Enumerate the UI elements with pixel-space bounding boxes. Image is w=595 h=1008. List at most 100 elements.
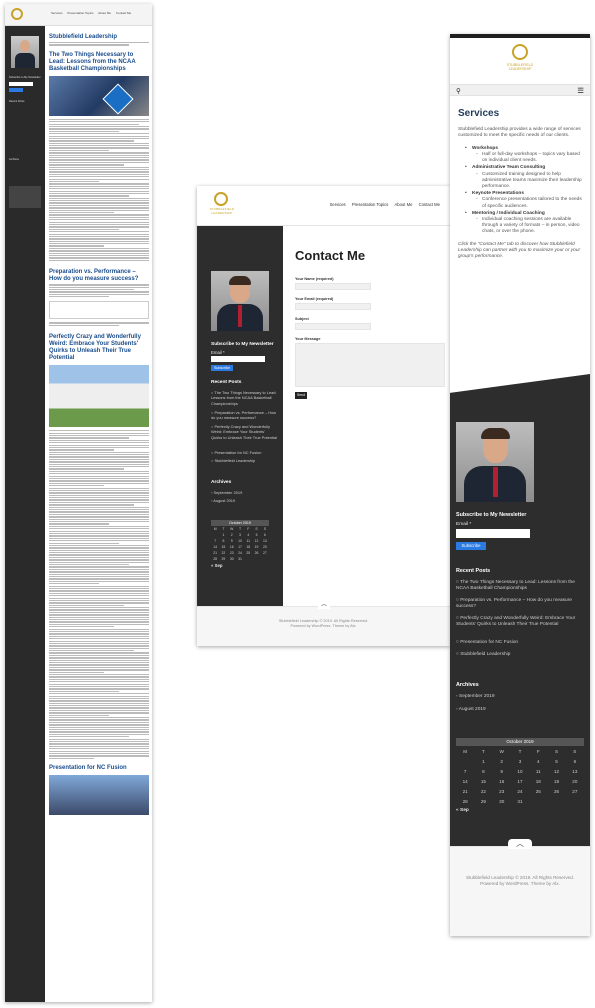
newsletter-heading: Subscribe to My Newsletter — [9, 76, 41, 79]
logo-text-line1: STUBBLEFIELD — [506, 63, 534, 67]
nav-about-me[interactable]: About Me — [98, 11, 111, 15]
nav-about-me[interactable]: About Me — [394, 202, 412, 207]
calendar-day-header: S — [573, 748, 577, 754]
calendar-day — [252, 556, 260, 562]
nav-services[interactable]: Services — [330, 202, 346, 207]
post-title[interactable]: The Two Things Necessary to Lead: Lesson… — [49, 52, 149, 73]
sidebar: Subscribe to My Newsletter Email * Subsc… — [450, 374, 590, 846]
newsletter-email-input[interactable] — [456, 529, 530, 538]
calendar-day: 6 — [573, 758, 577, 764]
post-body — [49, 430, 149, 759]
archive-link[interactable]: ▫ August 2019 — [456, 707, 582, 713]
page-title: Contact Me — [295, 248, 366, 263]
nav-contact-me[interactable]: Contact Me — [116, 11, 131, 15]
recent-post-link[interactable]: ○ Perfectly Crazy and Wonderfully Weird:… — [211, 424, 277, 440]
recent-post-label: The Two Things Necessary to Lead: Lesson… — [456, 580, 575, 592]
services-content: Services Stubblefield Leadership provide… — [450, 96, 590, 261]
post-title[interactable]: Presentation for NC Fusion — [49, 765, 149, 772]
services-list: Workshops Half or full-day workshops – t… — [458, 146, 582, 236]
recent-post-label: Presentation for NC Fusion — [214, 450, 262, 455]
message-textarea[interactable] — [295, 343, 445, 387]
calendar-day: 26 — [553, 788, 560, 794]
calendar-day: 9 — [500, 768, 503, 774]
post-image-basketball — [49, 75, 149, 116]
newsletter-heading: Subscribe to My Newsletter — [456, 512, 527, 518]
service-detail: Customized training designed to help adm… — [468, 172, 582, 191]
calendar-day: 28 — [462, 798, 468, 804]
post-title[interactable]: Preparation vs. Performance – How do you… — [49, 269, 149, 283]
calendar-day: 17 — [517, 778, 523, 784]
recent-post-link[interactable]: ○ Perfectly Crazy and Wonderfully Weird:… — [456, 616, 582, 628]
email-input[interactable] — [295, 303, 371, 310]
archive-link[interactable]: ▫ September 2019 — [456, 694, 582, 700]
calendar-day: 2 — [500, 758, 503, 764]
calendar-day-header: W — [499, 748, 504, 754]
post-title[interactable]: Perfectly Crazy and Wonderfully Weird: E… — [49, 334, 149, 362]
calendar-day: 1 — [482, 758, 485, 764]
subscribe-button[interactable]: Subscribe — [456, 542, 486, 550]
site-logo[interactable]: STUBBLEFIELD LEADERSHIP — [209, 192, 234, 222]
send-button[interactable]: Send — [295, 392, 307, 399]
subscribe-button[interactable] — [9, 88, 23, 92]
newsletter-email-input[interactable] — [9, 82, 33, 86]
chevron-up-icon[interactable]: ︿ — [508, 839, 532, 849]
calendar-day: 29 — [221, 557, 226, 561]
calendar-day: 22 — [480, 788, 486, 794]
nav-presentation-topics[interactable]: Presentation Topics — [352, 202, 388, 207]
recent-post-label: Perfectly Crazy and Wonderfully Weird: E… — [456, 616, 576, 628]
recent-post-link[interactable]: ○ Presentation for NC Fusion — [211, 450, 277, 455]
name-input[interactable] — [295, 283, 371, 290]
archive-link[interactable]: ▫ September 2019 — [211, 490, 277, 495]
archive-label: August 2019 — [458, 707, 486, 712]
post-image-building — [49, 365, 149, 428]
email-label: Email * — [211, 350, 225, 355]
chevron-up-icon[interactable]: ︿ — [318, 601, 330, 609]
calendar-prev-link[interactable]: « Sep — [456, 808, 584, 813]
calendar-table: M T W T F S S 123456 7 8 9 10 11 12 13 14 15 16 1… — [456, 746, 584, 806]
calendar-day: 24 — [517, 788, 523, 794]
nav-presentation-topics[interactable]: Presentation Topics — [67, 11, 93, 15]
calendar-day: 29 — [480, 798, 486, 804]
search-icon[interactable]: ⚲ — [456, 87, 461, 95]
calendar-day: 19 — [553, 778, 560, 784]
calendar-day — [244, 556, 252, 562]
nav-contact-me[interactable]: Contact Me — [419, 202, 440, 207]
calendar-day: 16 — [499, 778, 505, 784]
calendar-day-header: T — [518, 748, 522, 754]
main-nav: Services Presentation Topics About Me Co… — [325, 202, 440, 207]
nav-services[interactable]: Services — [51, 11, 63, 15]
recent-post-link[interactable]: ○ The Two Things Necessary to Lead: Less… — [211, 390, 277, 406]
subscribe-button[interactable]: Subscribe — [211, 365, 233, 371]
embedded-post-card[interactable] — [49, 301, 149, 320]
recent-post-link[interactable]: ○ The Two Things Necessary to Lead: Less… — [456, 580, 582, 592]
calendar-day: 4 — [536, 758, 540, 764]
menu-icon[interactable]: ☰ — [577, 86, 584, 95]
recent-post-link[interactable]: ○ Preparation vs. Performance – How do y… — [211, 410, 277, 421]
recent-post-link[interactable]: ○ Stubblefield Leadership — [211, 458, 277, 463]
recent-post-label: Preparation vs. Performance – How do you… — [211, 410, 277, 421]
services-intro: Stubblefield Leadership provides a wide … — [458, 127, 581, 139]
calendar-day-header: M — [463, 748, 468, 754]
calendar-day: 30 — [229, 557, 234, 561]
service-detail: Individual coaching sessions are availab… — [468, 217, 582, 236]
subject-input[interactable] — [295, 323, 371, 330]
services-mobile-screenshot: STUBBLEFIELD LEADERSHIP ⚲ ☰ Services Stub… — [450, 34, 590, 936]
calendar-day: 8 — [482, 768, 485, 774]
archive-link[interactable]: ▫ August 2019 — [211, 498, 277, 503]
logo-text-line2: LEADERSHIP — [211, 210, 233, 215]
recent-post-link[interactable]: ○ Stubblefield Leadership — [456, 652, 582, 658]
site-logo[interactable] — [11, 8, 23, 20]
calendar-day — [547, 796, 565, 806]
recent-post-link[interactable]: ○ Presentation for NC Fusion — [456, 640, 582, 646]
calendar-day: 3 — [518, 758, 522, 764]
calendar-day: 12 — [553, 768, 560, 774]
site-logo[interactable]: STUBBLEFIELD LEADERSHIP — [507, 44, 533, 80]
blog-header: Services Presentation Topics About Me Co… — [5, 4, 152, 26]
calendar-day: 11 — [535, 768, 541, 774]
post-image-presentation — [49, 774, 149, 815]
page-title[interactable]: Stubblefield Leadership — [49, 34, 149, 41]
calendar-prev-link[interactable]: « Sep — [211, 563, 269, 568]
newsletter-email-input[interactable] — [211, 356, 265, 362]
blog-page-screenshot: Services Presentation Topics About Me Co… — [5, 4, 152, 1002]
recent-post-link[interactable]: ○ Preparation vs. Performance – How do y… — [456, 598, 582, 610]
